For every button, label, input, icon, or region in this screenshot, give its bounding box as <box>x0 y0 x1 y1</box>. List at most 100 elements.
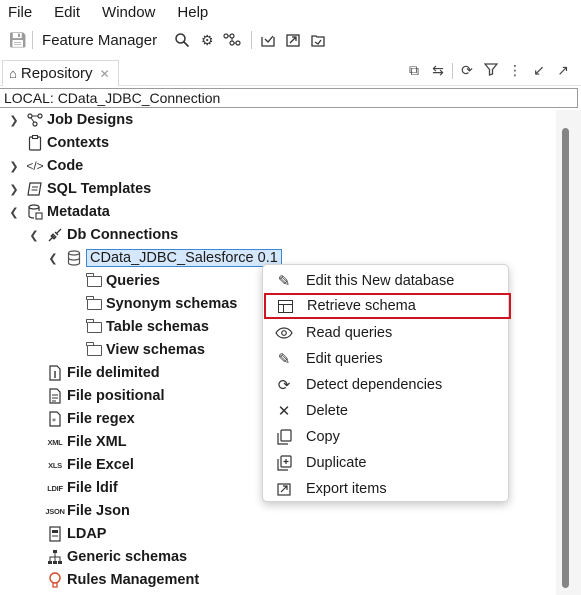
sql-templates-icon <box>26 180 44 198</box>
repository-path: LOCAL: CData_JDBC_Connection <box>0 88 578 108</box>
plug-icon <box>46 226 64 244</box>
refresh-icon: ⟳ <box>277 377 291 394</box>
view-toolbar: ⧉ ⇆ ⟳ ⋮ ↙ ↗ <box>402 62 575 79</box>
svg-text:*: * <box>52 417 56 426</box>
pencil-icon: ✎ <box>277 351 291 368</box>
ldap-icon <box>46 525 64 543</box>
file-positional-icon <box>46 387 64 405</box>
folder-icon <box>85 341 103 359</box>
folder-icon <box>85 295 103 313</box>
tree-item-db-connections[interactable]: ❮ Db Connections <box>28 224 178 246</box>
tree-item-file-xml[interactable]: XML File XML <box>46 431 127 453</box>
tree-item-label: Synonym schemas <box>106 296 238 312</box>
tree-item-generic-schemas[interactable]: Generic schemas <box>46 546 187 568</box>
tree-item-file-regex[interactable]: * File regex <box>46 408 135 430</box>
menu-item-read-queries[interactable]: Read queries <box>263 320 508 346</box>
eye-icon <box>273 327 295 339</box>
ldif-file-icon: LDIF <box>47 483 63 493</box>
menu-item-label: Copy <box>306 429 340 445</box>
workflow-icon[interactable] <box>221 29 243 51</box>
tree-item-label: Generic schemas <box>67 549 188 565</box>
tree-item-queries[interactable]: Queries <box>85 270 160 292</box>
import-icon[interactable] <box>257 29 279 51</box>
tree-item-connection[interactable]: ❮ CData_JDBC_Salesforce 0.1 <box>47 247 282 269</box>
chevron-down-icon[interactable]: ❮ <box>47 252 59 265</box>
collapse-all-icon[interactable]: ⧉ <box>402 62 426 79</box>
tree-item-view-schemas[interactable]: View schemas <box>85 339 205 361</box>
tree-item-label: LDAP <box>67 526 107 542</box>
tree-item-rules-management[interactable]: Rules Management <box>46 569 199 591</box>
tree-item-table-schemas[interactable]: Table schemas <box>85 316 209 338</box>
tree-item-label: File regex <box>67 411 135 427</box>
menu-item-copy[interactable]: Copy <box>263 424 508 450</box>
file-delimited-icon <box>46 364 64 382</box>
tree-item-file-delimited[interactable]: File delimited <box>46 362 160 384</box>
menu-help[interactable]: Help <box>177 4 208 21</box>
minimize-icon[interactable]: ↙ <box>527 62 551 79</box>
code-icon: </> <box>26 159 44 173</box>
toolbar-separator <box>251 31 253 49</box>
tree-item-contexts[interactable]: Contexts <box>8 132 109 154</box>
menu-file[interactable]: File <box>8 4 32 21</box>
tree-item-label: File XML <box>67 434 127 450</box>
tree-item-label: Job Designs <box>47 112 134 128</box>
tree-item-metadata[interactable]: ❮ Metadata <box>8 201 109 223</box>
maximize-icon[interactable]: ↗ <box>551 62 575 79</box>
feature-manager-button[interactable]: Feature Manager <box>42 32 157 49</box>
hierarchy-icon <box>46 548 64 566</box>
contexts-icon <box>26 134 44 152</box>
export-icon <box>273 481 295 497</box>
tree-item-job-designs[interactable]: ❯ Job Designs <box>8 109 133 131</box>
xml-file-icon: XML <box>47 437 63 447</box>
menu-item-detect-dependencies[interactable]: ⟳ Detect dependencies <box>263 372 508 398</box>
tree-item-ldap[interactable]: LDAP <box>46 523 106 545</box>
menu-item-label: Detect dependencies <box>306 377 443 393</box>
chevron-down-icon[interactable]: ❮ <box>8 206 20 219</box>
tree-item-file-json[interactable]: JSON File Json <box>45 500 130 522</box>
tree-item-code[interactable]: ❯ </> Code <box>8 155 83 177</box>
context-menu: ✎ Edit this New database Retrieve schema… <box>262 264 511 502</box>
folder-icon <box>85 272 103 290</box>
tab-repository[interactable]: ⌂ Repository ✕ <box>2 60 119 86</box>
refresh-icon[interactable]: ⟳ <box>455 62 479 79</box>
export-icon[interactable] <box>282 29 304 51</box>
tree-item-sql-templates[interactable]: ❯ SQL Templates <box>8 178 151 200</box>
menu-window[interactable]: Window <box>102 4 155 21</box>
menu-item-export-items[interactable]: Export items <box>263 476 508 502</box>
menu-edit[interactable]: Edit <box>54 4 80 21</box>
menu-item-edit-queries[interactable]: ✎ Edit queries <box>263 346 508 372</box>
tree-item-file-positional[interactable]: File positional <box>46 385 164 407</box>
tree-item-synonym-schemas[interactable]: Synonym schemas <box>85 293 237 315</box>
chevron-right-icon[interactable]: ❯ <box>8 114 20 127</box>
folder-icon <box>85 318 103 336</box>
close-icon[interactable]: ✕ <box>100 67 110 81</box>
menu-item-label: Read queries <box>306 325 393 341</box>
rules-icon <box>46 571 64 589</box>
tree-item-label: File positional <box>67 388 165 404</box>
save-icon[interactable]: 💾︎ <box>8 31 27 49</box>
menu-item-edit-database[interactable]: ✎ Edit this New database <box>263 268 508 294</box>
search-icon[interactable] <box>171 29 193 51</box>
menu-item-retrieve-schema[interactable]: Retrieve schema <box>264 293 511 319</box>
tree-item-file-ldif[interactable]: LDIF File ldif <box>46 477 117 499</box>
menu-item-delete[interactable]: ✕ Delete <box>263 398 508 424</box>
export-alt-icon[interactable] <box>307 29 329 51</box>
tree-item-label: Queries <box>106 273 160 289</box>
tree-item-label: SQL Templates <box>47 181 152 197</box>
more-icon[interactable]: ⋮ <box>503 62 527 79</box>
filter-icon[interactable] <box>479 62 503 79</box>
json-file-icon: JSON <box>45 506 65 516</box>
tree-item-file-excel[interactable]: XLS File Excel <box>46 454 134 476</box>
toolbar: 💾︎ Feature Manager ⚙ <box>0 28 581 52</box>
file-regex-icon: * <box>46 410 64 428</box>
menu-item-label: Retrieve schema <box>307 298 416 314</box>
chevron-right-icon[interactable]: ❯ <box>8 160 20 173</box>
chevron-down-icon[interactable]: ❮ <box>28 229 40 242</box>
tree-item-label: Db Connections <box>67 227 179 243</box>
link-icon[interactable]: ⇆ <box>426 62 450 79</box>
scrollbar-thumb[interactable] <box>562 128 569 588</box>
chevron-right-icon[interactable]: ❯ <box>8 183 20 196</box>
tree-item-label: File Json <box>67 503 130 519</box>
menu-item-duplicate[interactable]: Duplicate <box>263 450 508 476</box>
gear-icon[interactable]: ⚙ <box>196 29 218 51</box>
